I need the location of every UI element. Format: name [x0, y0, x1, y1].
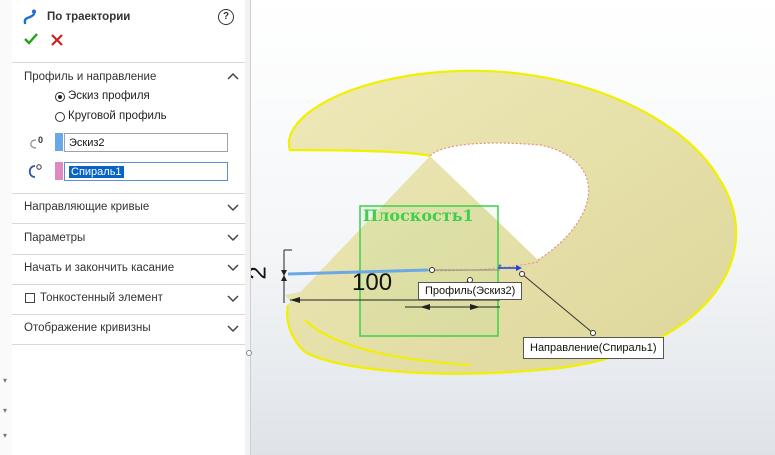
section-profile-direction-title[interactable]: Профиль и направление [24, 71, 156, 83]
section-thin-feature[interactable]: Тонкостенный элемент [40, 292, 163, 304]
svg-text:*: * [498, 263, 502, 274]
section-tangency[interactable]: Начать и закончить касание [24, 262, 174, 274]
direction-callout[interactable]: Направление(Спираль1) [523, 337, 664, 359]
divider [12, 284, 245, 285]
radio-circular-profile[interactable] [55, 112, 65, 122]
divider [12, 254, 245, 255]
path-select-icon [28, 164, 42, 178]
property-manager: По траектории ? Профиль и направление Эс… [12, 0, 246, 455]
length-dimension[interactable]: 100 [352, 269, 392, 297]
divider [12, 193, 245, 194]
thin-feature-checkbox[interactable] [25, 293, 35, 303]
chevron-down-icon[interactable] [227, 232, 239, 242]
profile-color-tab [55, 133, 63, 151]
feature-header: По траектории ? [12, 0, 245, 30]
panel-splitter[interactable] [245, 0, 251, 455]
svg-text:0: 0 [38, 135, 43, 145]
ok-check-icon[interactable] [24, 33, 38, 45]
divider [12, 314, 245, 315]
chevron-up-icon[interactable] [227, 71, 239, 81]
expand-arrow-icon[interactable]: ▾ [3, 406, 7, 415]
chevron-down-icon[interactable] [227, 262, 239, 272]
expand-arrow-icon[interactable]: ▾ [3, 431, 7, 440]
feature-title: По траектории [47, 11, 131, 23]
section-guide-curves[interactable]: Направляющие кривые [24, 201, 149, 213]
divider [12, 223, 245, 224]
profile-selection-value: Эскиз2 [69, 137, 105, 149]
path-color-tab [55, 162, 63, 180]
path-selection-value: Спираль1 [69, 166, 124, 178]
profile-select-icon: 0 [30, 135, 43, 149]
radio-sketch-profile-label: Эскиз профиля [68, 90, 150, 102]
chevron-down-icon[interactable] [227, 202, 239, 212]
profile-selection-box[interactable]: Эскиз2 [64, 133, 228, 152]
sweep-icon [23, 9, 36, 25]
path-selection-box[interactable]: Спираль1 [64, 162, 228, 181]
profile-callout[interactable]: Профиль(Эскиз2) [418, 282, 523, 300]
splitter-handle[interactable] [246, 350, 252, 356]
expand-arrow-icon[interactable]: ▾ [3, 376, 7, 385]
divider [12, 62, 245, 63]
plane-label: Плоскость1 [363, 206, 474, 225]
section-options[interactable]: Параметры [24, 232, 85, 244]
chevron-down-icon[interactable] [227, 323, 239, 333]
section-curvature-display[interactable]: Отображение кривизны [24, 322, 151, 334]
radio-sketch-profile[interactable] [55, 92, 65, 102]
cancel-x-icon[interactable] [51, 34, 63, 46]
divider [12, 344, 245, 345]
radio-circular-profile-label: Круговой профиль [68, 110, 167, 122]
help-icon[interactable]: ? [218, 9, 234, 25]
chevron-down-icon[interactable] [227, 293, 239, 303]
